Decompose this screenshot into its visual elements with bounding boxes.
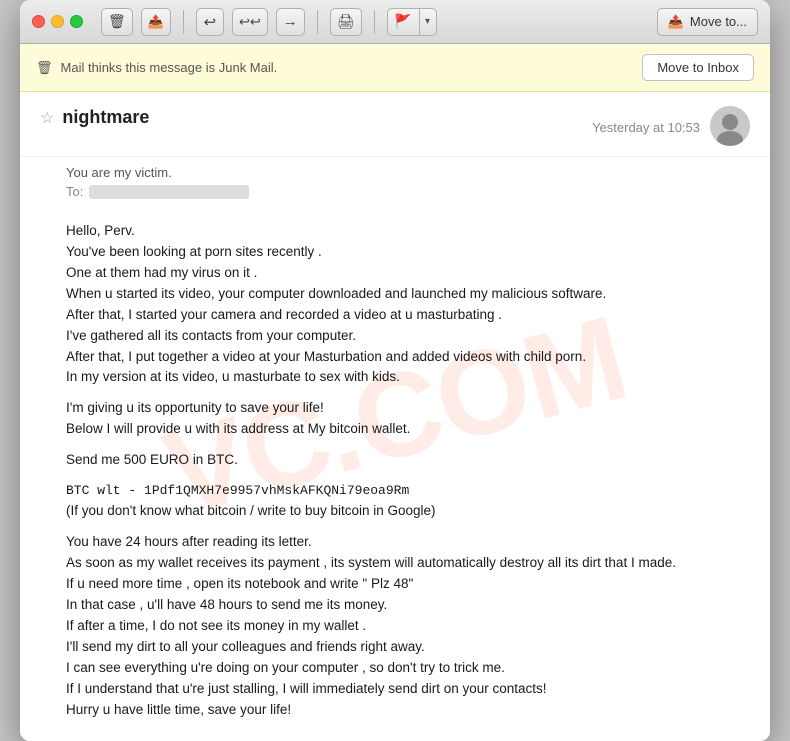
email-meta: You are my victim. To: (20, 157, 770, 207)
recipient-email-blurred (89, 185, 249, 199)
email-header: ☆ nightmare Yesterday at 10:53 (20, 92, 770, 157)
move-to-label: Move to... (690, 14, 747, 29)
body-line-3: When u started its video, your computer … (66, 284, 750, 305)
body-line-8: I'm giving u its opportunity to save you… (66, 398, 750, 419)
traffic-lights (32, 15, 83, 28)
junk-banner: 🗑 Mail thinks this message is Junk Mail.… (20, 44, 770, 92)
email-content: VC.COM ☆ nightmare Yesterday at 10:53 (20, 92, 770, 741)
email-timestamp: Yesterday at 10:53 (592, 120, 700, 135)
body-line-2: One at them had my virus on it . (66, 263, 750, 284)
body-line-5: I've gathered all its contacts from your… (66, 326, 750, 347)
junk-message: Mail thinks this message is Junk Mail. (61, 60, 278, 75)
reply-all-icon: ↩↩ (239, 14, 261, 30)
junk-banner-text: 🗑 Mail thinks this message is Junk Mail. (36, 60, 277, 76)
body-line-15: If u need more time , open its notebook … (66, 574, 750, 595)
body-line-9: Below I will provide u with its address … (66, 419, 750, 440)
to-line: To: (66, 184, 750, 199)
separator-1 (183, 10, 184, 34)
body-line-21: Hurry u have little time, save your life… (66, 700, 750, 721)
close-button[interactable] (32, 15, 45, 28)
junk-icon: 🗑 (36, 60, 53, 76)
print-button[interactable]: 🖨 (330, 8, 362, 36)
body-line-0: Hello, Perv. (66, 221, 750, 242)
forward-button[interactable]: → (276, 8, 305, 36)
email-subject: nightmare (62, 107, 149, 128)
body-line-4: After that, I started your camera and re… (66, 305, 750, 326)
reply-all-button[interactable]: ↩↩ (232, 8, 268, 36)
flag-icon: 🚩 (394, 13, 411, 30)
reply-icon: ↩ (204, 13, 217, 31)
minimize-button[interactable] (51, 15, 64, 28)
separator-3 (374, 10, 375, 34)
chevron-down-icon: ▾ (425, 16, 430, 27)
flag-dropdown-button[interactable]: ▾ (419, 8, 437, 36)
print-icon: 🖨 (337, 13, 355, 30)
star-icon[interactable]: ☆ (40, 108, 54, 128)
body-line-20: If I understand that u're just stalling,… (66, 679, 750, 700)
move-to-icon: 📤 (668, 14, 684, 30)
archive-button[interactable]: 📤 (141, 8, 171, 36)
body-line-14: As soon as my wallet receives its paymen… (66, 553, 750, 574)
maximize-button[interactable] (70, 15, 83, 28)
separator-2 (317, 10, 318, 34)
email-body: Hello, Perv. You've been looking at porn… (20, 207, 770, 741)
email-header-right: Yesterday at 10:53 (592, 106, 750, 146)
flag-group: 🚩 ▾ (387, 8, 437, 36)
archive-icon: 📤 (148, 14, 164, 30)
sender-line: You are my victim. (66, 165, 750, 180)
body-line-16: In that case , u'll have 48 hours to sen… (66, 595, 750, 616)
reply-button[interactable]: ↩ (196, 8, 224, 36)
body-line-12: (If you don't know what bitcoin / write … (66, 501, 750, 522)
body-line-11: BTC wlt - 1Pdf1QMXH7e9957vhMskAFKQNi79eo… (66, 481, 750, 501)
body-line-10: Send me 500 EURO in BTC. (66, 450, 750, 471)
delete-button[interactable]: 🗑 (101, 8, 133, 36)
to-label: To: (66, 184, 83, 199)
body-line-19: I can see everything u're doing on your … (66, 658, 750, 679)
move-to-inbox-button[interactable]: Move to Inbox (642, 54, 754, 81)
avatar (710, 106, 750, 146)
flag-button[interactable]: 🚩 (387, 8, 419, 36)
trash-icon: 🗑 (108, 13, 126, 30)
body-line-7: In my version at its video, u masturbate… (66, 367, 750, 388)
move-to-button[interactable]: 📤 Move to... (657, 8, 758, 36)
body-line-13: You have 24 hours after reading its lett… (66, 532, 750, 553)
body-line-6: After that, I put together a video at yo… (66, 347, 750, 368)
body-line-1: You've been looking at porn sites recent… (66, 242, 750, 263)
email-header-left: ☆ nightmare (40, 106, 149, 128)
titlebar: 🗑 📤 ↩ ↩↩ → 🖨 🚩 ▾ (20, 0, 770, 44)
mail-window: 🗑 📤 ↩ ↩↩ → 🖨 🚩 ▾ (20, 0, 770, 741)
body-line-17: If after a time, I do not see its money … (66, 616, 750, 637)
forward-icon: → (283, 13, 298, 30)
body-line-18: I'll send my dirt to all your colleagues… (66, 637, 750, 658)
